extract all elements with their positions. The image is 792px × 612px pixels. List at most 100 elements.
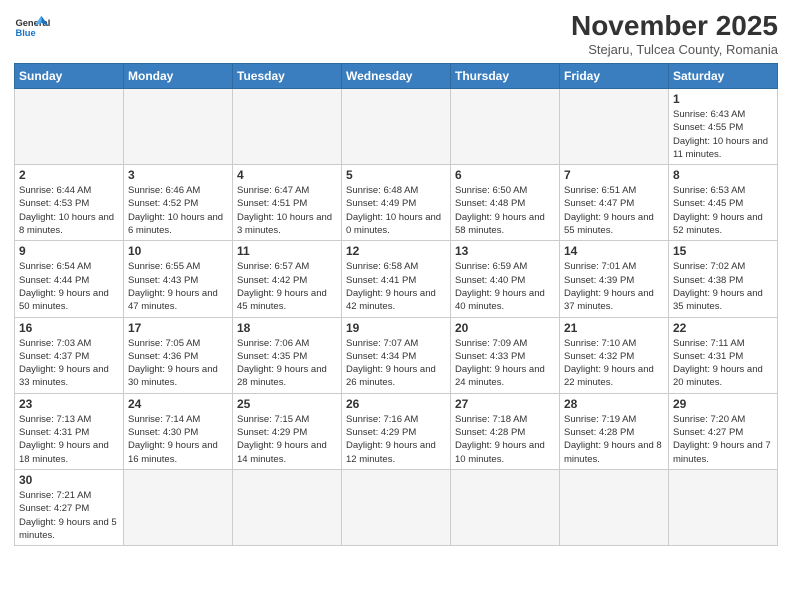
calendar-table: Sunday Monday Tuesday Wednesday Thursday… xyxy=(14,63,778,546)
day-number: 4 xyxy=(237,168,337,182)
table-row: 30 Sunrise: 7:21 AM Sunset: 4:27 PM Dayli… xyxy=(15,469,124,545)
day-info: Sunrise: 6:51 AM Sunset: 4:47 PM Dayligh… xyxy=(564,184,664,237)
day-number: 26 xyxy=(346,397,446,411)
day-number: 1 xyxy=(673,92,773,106)
table-row: 6Sunrise: 6:50 AM Sunset: 4:48 PM Daylig… xyxy=(451,165,560,241)
col-tuesday: Tuesday xyxy=(233,64,342,89)
day-info: Sunrise: 7:05 AM Sunset: 4:36 PM Dayligh… xyxy=(128,337,228,390)
day-info: Sunrise: 7:09 AM Sunset: 4:33 PM Dayligh… xyxy=(455,337,555,390)
day-number: 3 xyxy=(128,168,228,182)
col-monday: Monday xyxy=(124,64,233,89)
calendar-header: Sunday Monday Tuesday Wednesday Thursday… xyxy=(15,64,778,89)
day-info: Sunrise: 6:43 AM Sunset: 4:55 PM Dayligh… xyxy=(673,108,773,161)
logo: General Blue xyxy=(14,10,50,46)
day-number: 15 xyxy=(673,244,773,258)
table-row: 21Sunrise: 7:10 AM Sunset: 4:32 PM Dayli… xyxy=(560,317,669,393)
day-number: 21 xyxy=(564,321,664,335)
day-info: Sunrise: 7:07 AM Sunset: 4:34 PM Dayligh… xyxy=(346,337,446,390)
header: General Blue November 2025 Stejaru, Tulc… xyxy=(14,10,778,57)
day-number: 20 xyxy=(455,321,555,335)
weekday-row: Sunday Monday Tuesday Wednesday Thursday… xyxy=(15,64,778,89)
calendar-week-1: 2 Sunrise: 6:44 AM Sunset: 4:53 PM Daylig… xyxy=(15,165,778,241)
day-number: 30 xyxy=(19,473,119,487)
day-info: Sunrise: 7:02 AM Sunset: 4:38 PM Dayligh… xyxy=(673,260,773,313)
day-info: Sunrise: 6:59 AM Sunset: 4:40 PM Dayligh… xyxy=(455,260,555,313)
day-number: 16 xyxy=(19,321,119,335)
day-info: Sunrise: 7:14 AM Sunset: 4:30 PM Dayligh… xyxy=(128,413,228,466)
table-row: 7 Sunrise: 6:51 AM Sunset: 4:47 PM Daylig… xyxy=(560,165,669,241)
day-number: 6 xyxy=(455,168,555,182)
day-info: Sunrise: 7:20 AM Sunset: 4:27 PM Dayligh… xyxy=(673,413,773,466)
table-row: 27Sunrise: 7:18 AM Sunset: 4:28 PM Dayli… xyxy=(451,393,560,469)
table-row: 4 Sunrise: 6:47 AM Sunset: 4:51 PM Daylig… xyxy=(233,165,342,241)
calendar-week-5: 30 Sunrise: 7:21 AM Sunset: 4:27 PM Dayli… xyxy=(15,469,778,545)
table-row: 12Sunrise: 6:58 AM Sunset: 4:41 PM Dayli… xyxy=(342,241,451,317)
calendar-week-2: 9 Sunrise: 6:54 AM Sunset: 4:44 PM Daylig… xyxy=(15,241,778,317)
table-row: 1 Sunrise: 6:43 AM Sunset: 4:55 PM Daylig… xyxy=(669,89,778,165)
title-block: November 2025 Stejaru, Tulcea County, Ro… xyxy=(571,10,778,57)
day-info: Sunrise: 6:47 AM Sunset: 4:51 PM Dayligh… xyxy=(237,184,337,237)
day-number: 13 xyxy=(455,244,555,258)
day-info: Sunrise: 6:46 AM Sunset: 4:52 PM Dayligh… xyxy=(128,184,228,237)
table-row: 20 Sunrise: 7:09 AM Sunset: 4:33 PM Dayli… xyxy=(451,317,560,393)
day-number: 17 xyxy=(128,321,228,335)
table-row: 10Sunrise: 6:55 AM Sunset: 4:43 PM Dayli… xyxy=(124,241,233,317)
day-info: Sunrise: 6:54 AM Sunset: 4:44 PM Dayligh… xyxy=(19,260,119,313)
day-number: 22 xyxy=(673,321,773,335)
day-info: Sunrise: 7:18 AM Sunset: 4:28 PM Dayligh… xyxy=(455,413,555,466)
day-number: 19 xyxy=(346,321,446,335)
table-row xyxy=(15,89,124,165)
col-thursday: Thursday xyxy=(451,64,560,89)
calendar-week-0: 1 Sunrise: 6:43 AM Sunset: 4:55 PM Daylig… xyxy=(15,89,778,165)
day-info: Sunrise: 7:15 AM Sunset: 4:29 PM Dayligh… xyxy=(237,413,337,466)
day-info: Sunrise: 7:11 AM Sunset: 4:31 PM Dayligh… xyxy=(673,337,773,390)
day-info: Sunrise: 7:19 AM Sunset: 4:28 PM Dayligh… xyxy=(564,413,664,466)
table-row xyxy=(124,469,233,545)
day-number: 23 xyxy=(19,397,119,411)
day-info: Sunrise: 6:48 AM Sunset: 4:49 PM Dayligh… xyxy=(346,184,446,237)
day-number: 12 xyxy=(346,244,446,258)
table-row: 17 Sunrise: 7:05 AM Sunset: 4:36 PM Dayli… xyxy=(124,317,233,393)
table-row: 26Sunrise: 7:16 AM Sunset: 4:29 PM Dayli… xyxy=(342,393,451,469)
table-row xyxy=(669,469,778,545)
table-row: 22 Sunrise: 7:11 AM Sunset: 4:31 PM Dayli… xyxy=(669,317,778,393)
table-row: 8Sunrise: 6:53 AM Sunset: 4:45 PM Daylig… xyxy=(669,165,778,241)
day-number: 18 xyxy=(237,321,337,335)
table-row: 19 Sunrise: 7:07 AM Sunset: 4:34 PM Dayli… xyxy=(342,317,451,393)
day-number: 11 xyxy=(237,244,337,258)
table-row: 5Sunrise: 6:48 AM Sunset: 4:49 PM Daylig… xyxy=(342,165,451,241)
table-row: 25Sunrise: 7:15 AM Sunset: 4:29 PM Dayli… xyxy=(233,393,342,469)
logo-icon: General Blue xyxy=(14,10,50,46)
table-row xyxy=(342,469,451,545)
table-row xyxy=(233,469,342,545)
table-row: 23Sunrise: 7:13 AM Sunset: 4:31 PM Dayli… xyxy=(15,393,124,469)
table-row: 2 Sunrise: 6:44 AM Sunset: 4:53 PM Daylig… xyxy=(15,165,124,241)
day-number: 8 xyxy=(673,168,773,182)
day-info: Sunrise: 7:03 AM Sunset: 4:37 PM Dayligh… xyxy=(19,337,119,390)
table-row xyxy=(342,89,451,165)
day-number: 29 xyxy=(673,397,773,411)
table-row: 3 Sunrise: 6:46 AM Sunset: 4:52 PM Daylig… xyxy=(124,165,233,241)
table-row: 28 Sunrise: 7:19 AM Sunset: 4:28 PM Dayli… xyxy=(560,393,669,469)
table-row: 16 Sunrise: 7:03 AM Sunset: 4:37 PM Dayli… xyxy=(15,317,124,393)
table-row xyxy=(233,89,342,165)
day-info: Sunrise: 7:21 AM Sunset: 4:27 PM Dayligh… xyxy=(19,489,119,542)
page: General Blue November 2025 Stejaru, Tulc… xyxy=(0,0,792,612)
calendar-body: 1 Sunrise: 6:43 AM Sunset: 4:55 PM Daylig… xyxy=(15,89,778,546)
col-sunday: Sunday xyxy=(15,64,124,89)
subtitle: Stejaru, Tulcea County, Romania xyxy=(571,42,778,57)
day-number: 2 xyxy=(19,168,119,182)
month-title: November 2025 xyxy=(571,10,778,42)
day-number: 9 xyxy=(19,244,119,258)
day-info: Sunrise: 7:01 AM Sunset: 4:39 PM Dayligh… xyxy=(564,260,664,313)
table-row: 18Sunrise: 7:06 AM Sunset: 4:35 PM Dayli… xyxy=(233,317,342,393)
day-number: 24 xyxy=(128,397,228,411)
day-info: Sunrise: 6:44 AM Sunset: 4:53 PM Dayligh… xyxy=(19,184,119,237)
table-row: 29 Sunrise: 7:20 AM Sunset: 4:27 PM Dayli… xyxy=(669,393,778,469)
table-row xyxy=(451,89,560,165)
table-row: 9 Sunrise: 6:54 AM Sunset: 4:44 PM Daylig… xyxy=(15,241,124,317)
table-row: 15 Sunrise: 7:02 AM Sunset: 4:38 PM Dayli… xyxy=(669,241,778,317)
day-number: 28 xyxy=(564,397,664,411)
table-row: 11Sunrise: 6:57 AM Sunset: 4:42 PM Dayli… xyxy=(233,241,342,317)
day-number: 7 xyxy=(564,168,664,182)
